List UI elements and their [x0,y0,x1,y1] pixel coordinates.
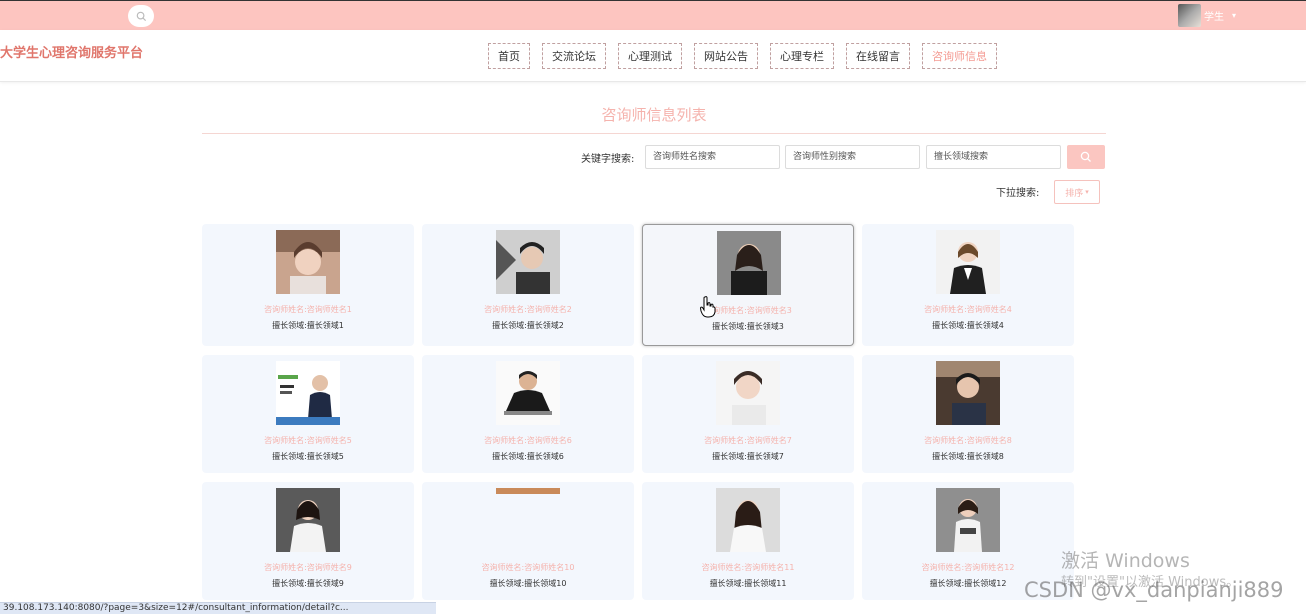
consultant-name: 咨询师姓名:咨询师姓名3 [704,306,792,315]
consultant-name: 咨询师姓名:咨询师姓名7 [704,436,792,445]
browser-status-url: 39.108.173.140:8080/?page=3&size=12#/con… [0,602,436,614]
consultant-specialty: 擅长领域:擅长领域10 [489,579,567,588]
nav-psych-column[interactable]: 心理专栏 [770,43,834,69]
consultant-name: 咨询师姓名:咨询师姓名12 [921,563,1015,572]
page-title: 咨询师信息列表 [601,106,707,124]
consultant-name: 咨询师姓名:咨询师姓名11 [701,563,795,572]
activate-windows-text: 激活 Windows [1061,550,1190,572]
consultant-card[interactable]: 咨询师姓名:咨询师姓名4 擅长领域:擅长领域4 [862,224,1074,346]
consultant-card[interactable]: 咨询师姓名:咨询师姓名8 擅长领域:擅长领域8 [862,355,1074,473]
consultant-specialty: 擅长领域:擅长领域7 [712,452,784,461]
nav-forum[interactable]: 交流论坛 [542,43,606,69]
consultant-photo [716,361,780,425]
header: 大学生心理咨询服务平台 首页 交流论坛 心理测试 网站公告 心理专栏 在线留言 … [0,30,1306,82]
nav-consultants[interactable]: 咨询师信息 [922,43,997,69]
consultant-name: 咨询师姓名:咨询师姓名1 [264,305,352,314]
dropdown-search-label: 下拉搜索: [996,188,1040,199]
consultant-specialty: 擅长领域:擅长领域1 [272,321,344,330]
consultant-card[interactable]: 咨询师姓名:咨询师姓名11 擅长领域:擅长领域11 [642,482,854,600]
search-button[interactable] [1067,145,1105,169]
main-nav: 首页 交流论坛 心理测试 网站公告 心理专栏 在线留言 咨询师信息 [488,43,1009,69]
consultant-photo [716,488,780,552]
title-divider [202,133,1106,134]
consultant-specialty: 擅长领域:擅长领域2 [492,321,564,330]
keyword-search-label: 关键字搜索: [581,154,635,165]
consultant-photo [276,488,340,552]
consultant-name: 咨询师姓名:咨询师姓名6 [484,436,572,445]
consultant-photo [936,361,1000,425]
search-icon[interactable] [128,5,154,27]
user-menu[interactable]: 学生 ▾ [1178,4,1236,27]
specialty-input[interactable] [926,145,1061,169]
consultant-name-input[interactable] [645,145,780,169]
consultant-photo [496,488,560,552]
consultant-card[interactable]: 咨询师姓名:咨询师姓名6 擅长领域:擅长领域6 [422,355,634,473]
chevron-down-icon[interactable]: ▾ [1232,11,1236,20]
consultant-name: 咨询师姓名:咨询师姓名5 [264,436,352,445]
nav-home[interactable]: 首页 [488,43,530,69]
consultant-name: 咨询师姓名:咨询师姓名8 [924,436,1012,445]
nav-announcements[interactable]: 网站公告 [694,43,758,69]
consultant-specialty: 擅长领域:擅长领域9 [272,579,344,588]
consultant-gender-input[interactable] [785,145,920,169]
consultant-name: 咨询师姓名:咨询师姓名4 [924,305,1012,314]
csdn-watermark: CSDN @vx_danpianji889 [1024,578,1284,602]
avatar[interactable] [1178,4,1201,27]
consultant-specialty: 擅长领域:擅长领域3 [712,322,784,331]
sort-label: 排序 [1065,188,1084,199]
top-bar: 学生 ▾ [0,0,1306,30]
consultant-photo [276,230,340,294]
nav-psych-test[interactable]: 心理测试 [618,43,682,69]
consultant-specialty: 擅长领域:擅长领域5 [272,452,344,461]
consultant-photo [276,361,340,425]
consultant-card[interactable]: 咨询师姓名:咨询师姓名2 擅长领域:擅长领域2 [422,224,634,346]
consultant-photo [936,230,1000,294]
search-icon [1080,151,1091,162]
consultant-specialty: 擅长领域:擅长领域4 [932,321,1004,330]
consultant-specialty: 擅长领域:擅长领域11 [709,579,787,588]
consultant-photo [717,231,781,295]
consultant-card[interactable]: 咨询师姓名:咨询师姓名3 擅长领域:擅长领域3 [642,224,854,346]
consultant-name: 咨询师姓名:咨询师姓名10 [481,563,575,572]
consultant-specialty: 擅长领域:擅长领域6 [492,452,564,461]
consultant-photo [496,361,560,425]
site-title[interactable]: 大学生心理咨询服务平台 [0,42,143,61]
user-name[interactable]: 学生 [1204,8,1224,23]
consultant-name: 咨询师姓名:咨询师姓名9 [264,563,352,572]
sort-dropdown[interactable]: 排序 ▾ [1054,180,1100,204]
consultant-photo [936,488,1000,552]
hand-cursor-icon [700,296,716,318]
consultant-card[interactable]: 咨询师姓名:咨询师姓名10 擅长领域:擅长领域10 [422,482,634,600]
nav-messages[interactable]: 在线留言 [846,43,910,69]
consultant-card[interactable]: 咨询师姓名:咨询师姓名7 擅长领域:擅长领域7 [642,355,854,473]
consultant-photo [496,230,560,294]
consultant-card[interactable]: 咨询师姓名:咨询师姓名1 擅长领域:擅长领域1 [202,224,414,346]
consultant-specialty: 擅长领域:擅长领域8 [932,452,1004,461]
consultant-card[interactable]: 咨询师姓名:咨询师姓名5 擅长领域:擅长领域5 [202,355,414,473]
consultant-card[interactable]: 咨询师姓名:咨询师姓名9 擅长领域:擅长领域9 [202,482,414,600]
consultant-name: 咨询师姓名:咨询师姓名2 [484,305,572,314]
chevron-down-icon: ▾ [1085,188,1089,196]
